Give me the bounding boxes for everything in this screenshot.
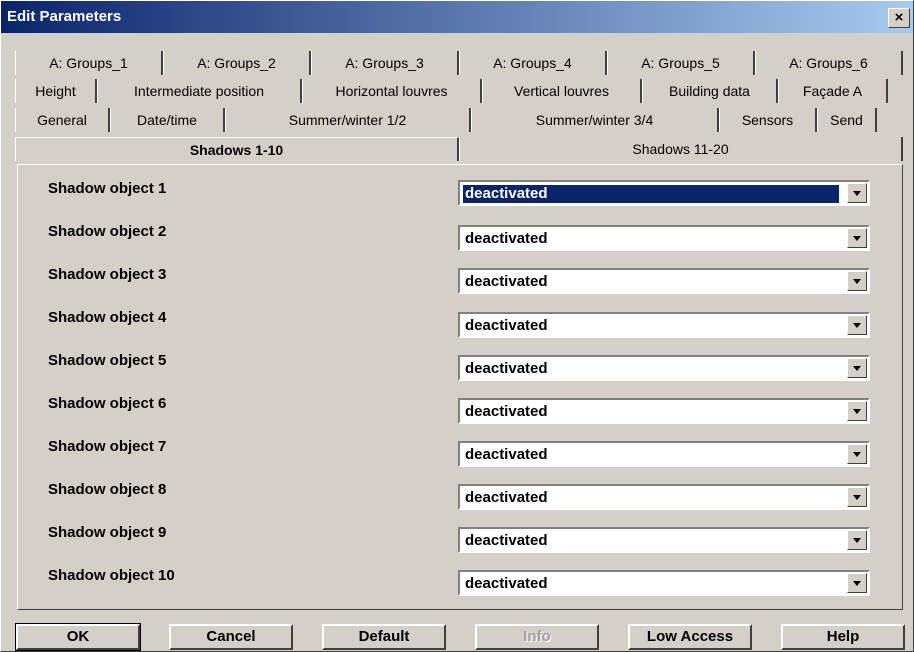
info-button[interactable]: Info bbox=[475, 624, 599, 650]
shadow-select[interactable]: deactivated bbox=[458, 527, 870, 553]
chevron-down-icon[interactable] bbox=[847, 358, 867, 378]
button-bar: OK Cancel Default Info Low Access Help bbox=[15, 623, 906, 651]
cancel-button[interactable]: Cancel bbox=[169, 624, 293, 650]
chevron-down-icon[interactable] bbox=[847, 573, 867, 593]
tab-a-groups-4[interactable]: A: Groups_4 bbox=[459, 51, 607, 75]
shadow-select[interactable]: deactivated bbox=[458, 355, 870, 381]
tab-sensors[interactable]: Sensors bbox=[719, 108, 817, 132]
shadow-label: Shadow object 4 bbox=[48, 309, 167, 326]
tab-a-groups-1[interactable]: A: Groups_1 bbox=[15, 51, 163, 75]
tab-a-groups-3[interactable]: A: Groups_3 bbox=[311, 51, 459, 75]
shadow-label: Shadow object 7 bbox=[48, 438, 167, 455]
low-access-button[interactable]: Low Access bbox=[628, 624, 752, 650]
shadow-select-value: deactivated bbox=[463, 185, 839, 203]
shadow-label: Shadow object 9 bbox=[48, 524, 167, 541]
tab-building-data[interactable]: Building data bbox=[642, 79, 778, 103]
shadow-row: Shadow object 3 deactivated bbox=[18, 263, 902, 303]
shadow-label: Shadow object 2 bbox=[48, 223, 167, 240]
shadow-label: Shadow object 1 bbox=[48, 180, 167, 197]
shadow-select-value: deactivated bbox=[465, 230, 548, 247]
tab-shadows-11-20[interactable]: Shadows 11-20 bbox=[459, 137, 903, 161]
shadow-label: Shadow object 10 bbox=[48, 567, 175, 584]
shadow-row: Shadow object 1 deactivated bbox=[18, 177, 902, 217]
shadow-select-value: deactivated bbox=[465, 273, 548, 290]
tab-a-groups-6[interactable]: A: Groups_6 bbox=[755, 51, 903, 75]
tab-horizontal-louvres[interactable]: Horizontal louvres bbox=[302, 79, 482, 103]
shadow-select[interactable]: deactivated bbox=[458, 484, 870, 510]
window-title: Edit Parameters bbox=[7, 8, 122, 25]
shadow-row: Shadow object 4 deactivated bbox=[18, 306, 902, 346]
ok-button[interactable]: OK bbox=[15, 623, 141, 651]
tab-intermediate-position[interactable]: Intermediate position bbox=[97, 79, 302, 103]
shadow-select[interactable]: deactivated bbox=[458, 570, 870, 596]
shadow-select-value: deactivated bbox=[465, 575, 548, 592]
shadow-label: Shadow object 8 bbox=[48, 481, 167, 498]
tab-row-3: General Date/time Summer/winter 1/2 Summ… bbox=[15, 108, 877, 132]
chevron-down-icon[interactable] bbox=[847, 444, 867, 464]
shadow-select-value: deactivated bbox=[465, 489, 548, 506]
shadow-row: Shadow object 8 deactivated bbox=[18, 478, 902, 518]
shadow-select[interactable]: deactivated bbox=[458, 225, 870, 251]
tab-row-4: Shadows 1-10 Shadows 11-20 bbox=[15, 137, 903, 161]
shadow-select-value: deactivated bbox=[465, 317, 548, 334]
tab-height[interactable]: Height bbox=[15, 79, 97, 103]
shadow-select[interactable]: deactivated bbox=[458, 398, 870, 424]
tab-summer-winter-1-2[interactable]: Summer/winter 1/2 bbox=[225, 108, 471, 132]
tab-date-time[interactable]: Date/time bbox=[110, 108, 225, 132]
shadow-select-value: deactivated bbox=[465, 446, 548, 463]
shadow-row: Shadow object 2 deactivated bbox=[18, 220, 902, 260]
shadow-label: Shadow object 6 bbox=[48, 395, 167, 412]
shadow-label: Shadow object 5 bbox=[48, 352, 167, 369]
tab-row-2: Height Intermediate position Horizontal … bbox=[15, 79, 888, 103]
shadow-select-value: deactivated bbox=[465, 360, 548, 377]
help-button[interactable]: Help bbox=[781, 624, 905, 650]
tab-a-groups-5[interactable]: A: Groups_5 bbox=[607, 51, 755, 75]
chevron-down-icon[interactable] bbox=[847, 271, 867, 291]
default-button[interactable]: Default bbox=[322, 624, 446, 650]
shadow-select[interactable]: deactivated bbox=[458, 312, 870, 338]
edit-parameters-window: Edit Parameters × A: Groups_1 A: Groups_… bbox=[0, 0, 914, 652]
tab-a-groups-2[interactable]: A: Groups_2 bbox=[163, 51, 311, 75]
chevron-down-icon[interactable] bbox=[847, 315, 867, 335]
shadow-row: Shadow object 6 deactivated bbox=[18, 392, 902, 432]
chevron-down-icon[interactable] bbox=[847, 530, 867, 550]
tab-send[interactable]: Send bbox=[817, 108, 877, 132]
close-icon[interactable]: × bbox=[888, 8, 910, 28]
chevron-down-icon[interactable] bbox=[847, 487, 867, 507]
shadow-row: Shadow object 7 deactivated bbox=[18, 435, 902, 475]
shadow-row: Shadow object 10 deactivated bbox=[18, 564, 902, 604]
shadow-row: Shadow object 5 deactivated bbox=[18, 349, 902, 389]
shadow-select[interactable]: deactivated bbox=[458, 268, 870, 294]
shadow-row: Shadow object 9 deactivated bbox=[18, 521, 902, 561]
shadows-panel: Shadow object 1 deactivated Shadow objec… bbox=[17, 164, 903, 610]
shadow-label: Shadow object 3 bbox=[48, 266, 167, 283]
chevron-down-icon[interactable] bbox=[847, 183, 867, 203]
tab-facade-a[interactable]: Façade A bbox=[778, 79, 888, 103]
tab-row-1: A: Groups_1 A: Groups_2 A: Groups_3 A: G… bbox=[15, 51, 903, 75]
shadow-select[interactable]: deactivated bbox=[458, 441, 870, 467]
tab-summer-winter-3-4[interactable]: Summer/winter 3/4 bbox=[471, 108, 719, 132]
shadow-select-value: deactivated bbox=[465, 403, 548, 420]
tab-general[interactable]: General bbox=[15, 108, 110, 132]
shadow-select[interactable]: deactivated bbox=[458, 180, 870, 206]
chevron-down-icon[interactable] bbox=[847, 228, 867, 248]
tab-vertical-louvres[interactable]: Vertical louvres bbox=[482, 79, 642, 103]
tab-shadows-1-10[interactable]: Shadows 1-10 bbox=[15, 137, 459, 161]
shadow-select-value: deactivated bbox=[465, 532, 548, 549]
title-bar: Edit Parameters × bbox=[1, 1, 913, 33]
chevron-down-icon[interactable] bbox=[847, 401, 867, 421]
